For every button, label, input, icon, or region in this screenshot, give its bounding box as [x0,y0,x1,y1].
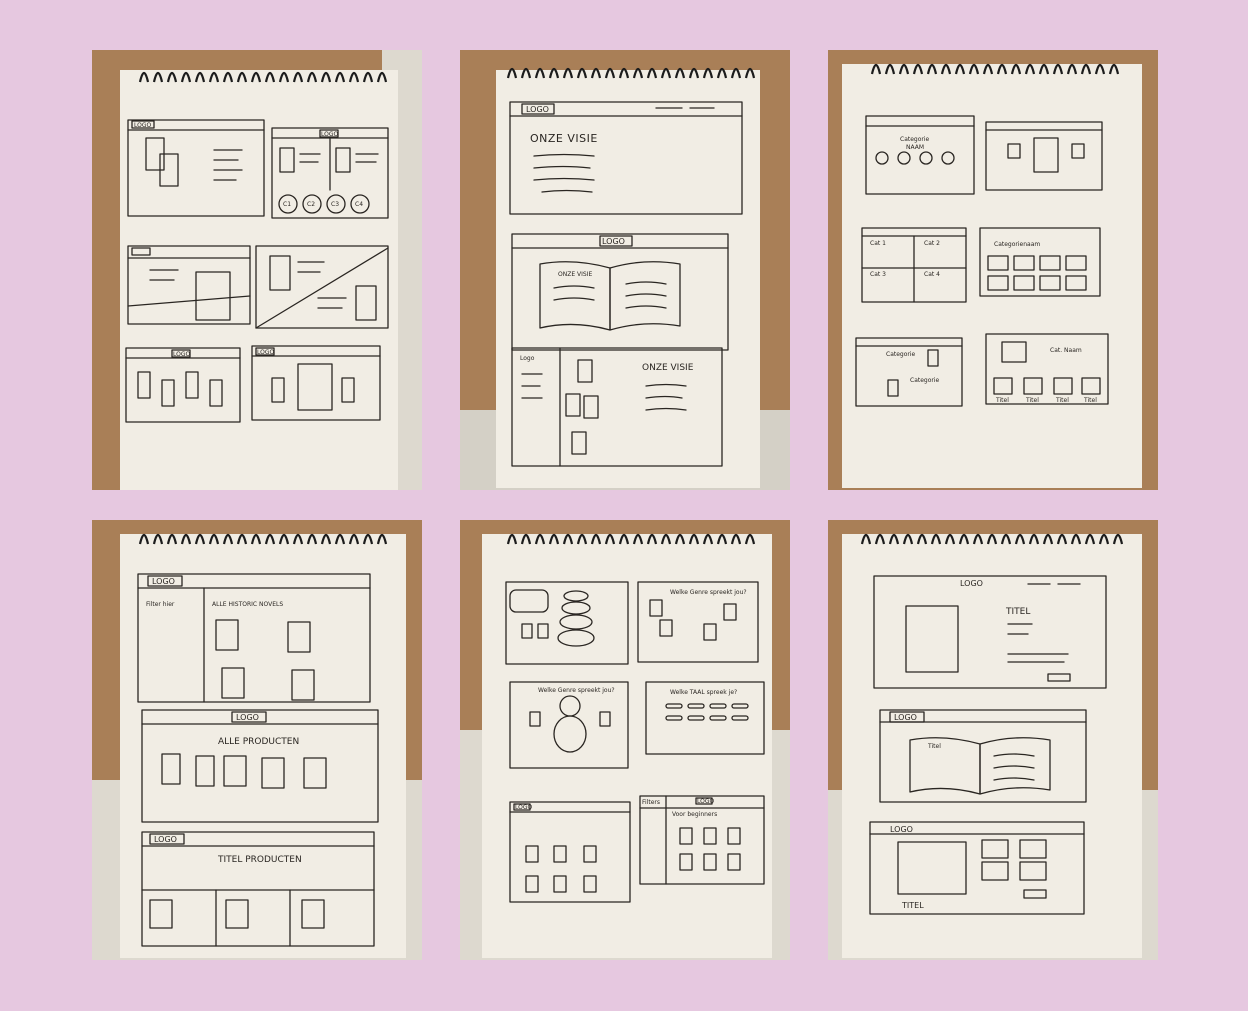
logo-label: LOGO [152,577,175,586]
logo-label: LOGO [526,105,549,114]
category-label: NAAM [906,144,924,151]
section-heading: ALLE PRODUCTEN [218,737,299,747]
logo-label: LOGO [257,349,275,356]
book-title: ONZE VISIE [558,271,592,278]
logo-label: LOGO [890,825,913,834]
category-label: Cat 1 [870,240,886,247]
category-label: C4 [355,201,363,208]
sketch-drawing: Categorie NAAM Cat 1 Cat 2 Cat 3 Cat 4 C… [828,50,1158,490]
logo-label: LOGO [894,713,917,722]
product-title: TITEL [1005,607,1030,617]
sketch-drawing: LOGO TITEL LOGO Titel LOGO TITEL [828,520,1158,960]
item-title: Titel [1055,397,1069,404]
logo-label: LOGO [154,835,177,844]
section-heading: TITEL PRODUCTEN [217,855,302,865]
product-title: TITEL [901,901,924,910]
category-label: C1 [283,201,291,208]
logo-label: Logo [520,355,535,362]
section-heading: Voor beginners [672,811,717,818]
logo-label: LOGO [697,798,715,805]
book-title: Titel [927,743,941,750]
sketch-photo-5: Welke Genre spreekt jou? Welke Genre spr… [460,520,790,960]
item-title: Titel [1083,397,1097,404]
question-heading: Welke TAAL spreek je? [670,689,737,696]
category-label: Cat 4 [924,271,940,278]
sketch-photo-1: LOGO LOGO C1 C2 C3 C4 LOGO LOGO [92,50,422,490]
vision-heading: ONZE VISIE [642,363,694,373]
collage: LOGO LOGO C1 C2 C3 C4 LOGO LOGO LOGO ONZ… [0,0,1248,1011]
filter-heading: Filter hier [146,601,175,608]
logo-label: LOGO [960,579,983,588]
vision-heading: ONZE VISIE [530,132,598,145]
category-label: Cat 2 [924,240,940,247]
category-label: C3 [331,201,339,208]
sketch-photo-4: LOGO Filter hier ALLE HISTORIC NOVELS LO… [92,520,422,960]
sketch-photo-2: LOGO ONZE VISIE LOGO ONZE VISIE Logo ONZ… [460,50,790,490]
filter-heading: Filters [642,799,660,806]
item-title: Titel [1025,397,1039,404]
sketch-drawing: LOGO ONZE VISIE LOGO ONZE VISIE Logo ONZ… [460,50,790,490]
question-heading: Welke Genre spreekt jou? [538,687,615,694]
sketch-drawing: LOGO Filter hier ALLE HISTORIC NOVELS LO… [92,520,422,960]
section-heading: ALLE HISTORIC NOVELS [212,601,283,608]
logo-label: LOGO [515,804,533,811]
category-label: C2 [307,201,315,208]
logo-label: LOGO [173,351,191,358]
category-label: Categorie [900,136,930,143]
sketch-drawing: Welke Genre spreekt jou? Welke Genre spr… [460,520,790,960]
logo-label: LOGO [134,122,152,129]
item-title: Titel [995,397,1009,404]
logo-label: LOGO [236,713,259,722]
category-label: Categorie [910,377,940,384]
category-label: Cat 3 [870,271,886,278]
category-label: Cat. Naam [1050,347,1082,354]
logo-label: LOGO [602,237,625,246]
category-label: Categorie [886,351,916,358]
sketch-photo-3: Categorie NAAM Cat 1 Cat 2 Cat 3 Cat 4 C… [828,50,1158,490]
question-heading: Welke Genre spreekt jou? [670,589,747,596]
logo-label: LOGO [321,131,339,138]
sketch-photo-6: LOGO TITEL LOGO Titel LOGO TITEL [828,520,1158,960]
category-label: Categorienaam [994,241,1040,248]
sketch-drawing: LOGO LOGO C1 C2 C3 C4 LOGO LOGO [92,50,422,490]
